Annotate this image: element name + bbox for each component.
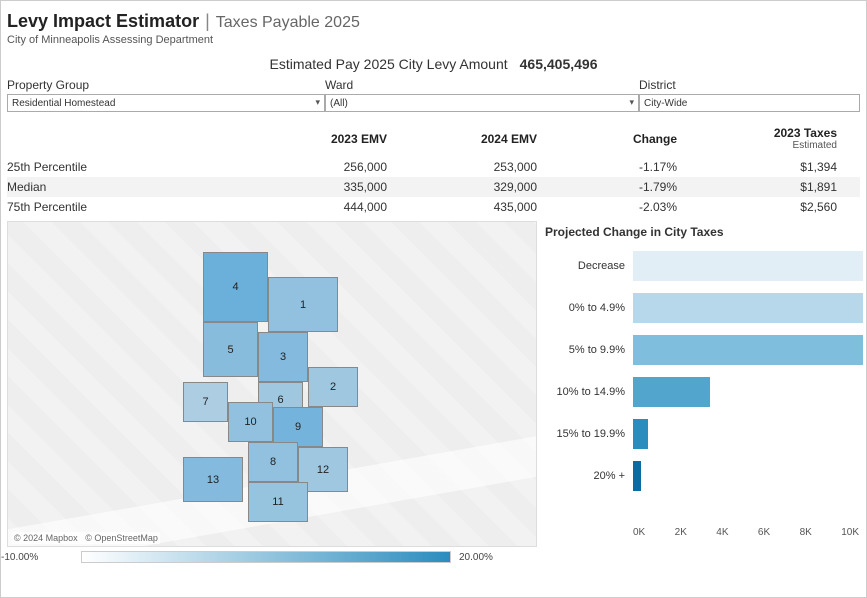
ward-4[interactable]: 4 xyxy=(203,252,268,322)
bar-20-[interactable] xyxy=(633,461,641,491)
axis-tick: 10K xyxy=(841,527,859,538)
levy-value: 465,405,496 xyxy=(520,56,598,72)
ward-13[interactable]: 13 xyxy=(183,457,243,502)
th-2024-emv: 2024 EMV xyxy=(407,132,557,146)
department-label: City of Minneapolis Assessing Department xyxy=(7,34,852,46)
bar-chart-axis: 0K 2K 4K 6K 8K 10K xyxy=(545,527,863,538)
cell-2023-emv: 444,000 xyxy=(277,200,407,214)
title-separator: | xyxy=(205,11,210,32)
ward-map[interactable]: 41532761098121311 © 2024 Mapbox © OpenSt… xyxy=(7,221,537,547)
bar-label: Decrease xyxy=(545,260,633,272)
bar-label: 20% + xyxy=(545,470,633,482)
levy-label: Estimated Pay 2025 City Levy Amount xyxy=(270,56,508,72)
filter-label: Ward xyxy=(325,78,639,92)
filter-label: Property Group xyxy=(7,78,325,92)
bar-0-to-4-9-[interactable] xyxy=(633,293,863,323)
table-row: 25th Percentile256,000253,000-1.17%$1,39… xyxy=(7,157,860,177)
percentile-table: 2023 EMV 2024 EMV Change 2023 Taxes Esti… xyxy=(1,116,866,217)
cell-taxes: $1,394 xyxy=(697,160,857,174)
bar-15-to-19-9-[interactable] xyxy=(633,419,648,449)
table-header: 2023 EMV 2024 EMV Change 2023 Taxes Esti… xyxy=(7,120,860,157)
bar-row: Decrease xyxy=(545,245,863,287)
row-label: Median xyxy=(7,180,277,194)
ward-3[interactable]: 3 xyxy=(258,332,308,382)
filter-ward: Ward (All) ▾ xyxy=(325,78,639,112)
bar-chart[interactable]: Decrease 0% to 4.9% 5% to 9.9% 10% to 14.9%… xyxy=(545,245,863,525)
bar-label: 0% to 4.9% xyxy=(545,302,633,314)
map-legend: -10.00% 20.00% xyxy=(1,547,866,563)
bar-chart-title: Projected Change in City Taxes xyxy=(545,225,863,239)
cell-2024-emv: 329,000 xyxy=(407,180,557,194)
th-2023-emv: 2023 EMV xyxy=(277,132,407,146)
ward-11[interactable]: 11 xyxy=(248,482,308,522)
bar-5-to-9-9-[interactable] xyxy=(633,335,863,365)
cell-change: -2.03% xyxy=(557,200,697,214)
select-value: Residential Homestead xyxy=(12,98,115,109)
ward-1[interactable]: 1 xyxy=(268,277,338,332)
ward-2[interactable]: 2 xyxy=(308,367,358,407)
levy-summary: Estimated Pay 2025 City Levy Amount 465,… xyxy=(1,56,866,72)
axis-tick: 0K xyxy=(633,527,645,538)
bar-row: 10% to 14.9% xyxy=(545,371,863,413)
select-value: (All) xyxy=(330,98,348,109)
title-main: Levy Impact Estimator xyxy=(7,11,199,32)
attrib-mapbox: © 2024 Mapbox xyxy=(14,533,78,543)
bar-row: 0% to 4.9% xyxy=(545,287,863,329)
axis-tick: 2K xyxy=(675,527,687,538)
table-row: Median335,000329,000-1.79%$1,891 xyxy=(7,177,860,197)
legend-gradient xyxy=(81,551,451,563)
cell-2023-emv: 256,000 xyxy=(277,160,407,174)
row-label: 75th Percentile xyxy=(7,200,277,214)
ward-select[interactable]: (All) ▾ xyxy=(325,94,639,112)
table-row: 75th Percentile444,000435,000-2.03%$2,56… xyxy=(7,197,860,217)
filter-bar: Property Group Residential Homestead ▾ W… xyxy=(1,76,866,116)
bar-row: 20% + xyxy=(545,455,863,497)
title-subtitle: Taxes Payable 2025 xyxy=(216,14,360,32)
chevron-down-icon: ▾ xyxy=(315,97,320,108)
legend-min: -10.00% xyxy=(1,552,38,563)
select-value: City-Wide xyxy=(644,98,687,109)
cell-change: -1.79% xyxy=(557,180,697,194)
ward-10[interactable]: 10 xyxy=(228,402,273,442)
cell-2024-emv: 435,000 xyxy=(407,200,557,214)
attrib-osm: © OpenStreetMap xyxy=(85,533,158,543)
legend-max: 20.00% xyxy=(459,552,493,563)
bar-decrease[interactable] xyxy=(633,251,863,281)
table-body: 25th Percentile256,000253,000-1.17%$1,39… xyxy=(7,157,860,217)
page-title: Levy Impact Estimator | Taxes Payable 20… xyxy=(7,11,852,32)
cell-2024-emv: 253,000 xyxy=(407,160,557,174)
bar-row: 5% to 9.9% xyxy=(545,329,863,371)
cell-taxes: $1,891 xyxy=(697,180,857,194)
cell-2023-emv: 335,000 xyxy=(277,180,407,194)
th-2023-taxes: 2023 Taxes Estimated xyxy=(697,126,857,151)
bar-chart-panel: Projected Change in City Taxes Decrease 0… xyxy=(541,221,863,547)
ward-7[interactable]: 7 xyxy=(183,382,228,422)
row-label: 25th Percentile xyxy=(7,160,277,174)
axis-tick: 6K xyxy=(758,527,770,538)
ward-8[interactable]: 8 xyxy=(248,442,298,482)
ward-5[interactable]: 5 xyxy=(203,322,258,377)
cell-taxes: $2,560 xyxy=(697,200,857,214)
filter-district: District City-Wide xyxy=(639,78,860,112)
cell-change: -1.17% xyxy=(557,160,697,174)
header: Levy Impact Estimator | Taxes Payable 20… xyxy=(1,1,866,48)
bar-label: 15% to 19.9% xyxy=(545,428,633,440)
axis-tick: 4K xyxy=(716,527,728,538)
property-group-select[interactable]: Residential Homestead ▾ xyxy=(7,94,325,112)
map-attribution: © 2024 Mapbox © OpenStreetMap xyxy=(12,532,160,544)
th-sub: Estimated xyxy=(697,140,837,151)
th-change: Change xyxy=(557,132,697,146)
chevron-down-icon: ▾ xyxy=(629,97,634,108)
bar-10-to-14-9-[interactable] xyxy=(633,377,710,407)
lower-panels: 41532761098121311 © 2024 Mapbox © OpenSt… xyxy=(1,217,866,547)
filter-property-group: Property Group Residential Homestead ▾ xyxy=(7,78,325,112)
bar-label: 5% to 9.9% xyxy=(545,344,633,356)
axis-tick: 8K xyxy=(800,527,812,538)
bar-row: 15% to 19.9% xyxy=(545,413,863,455)
district-display: City-Wide xyxy=(639,94,860,112)
ward-9[interactable]: 9 xyxy=(273,407,323,447)
filter-label: District xyxy=(639,78,860,92)
bar-label: 10% to 14.9% xyxy=(545,386,633,398)
